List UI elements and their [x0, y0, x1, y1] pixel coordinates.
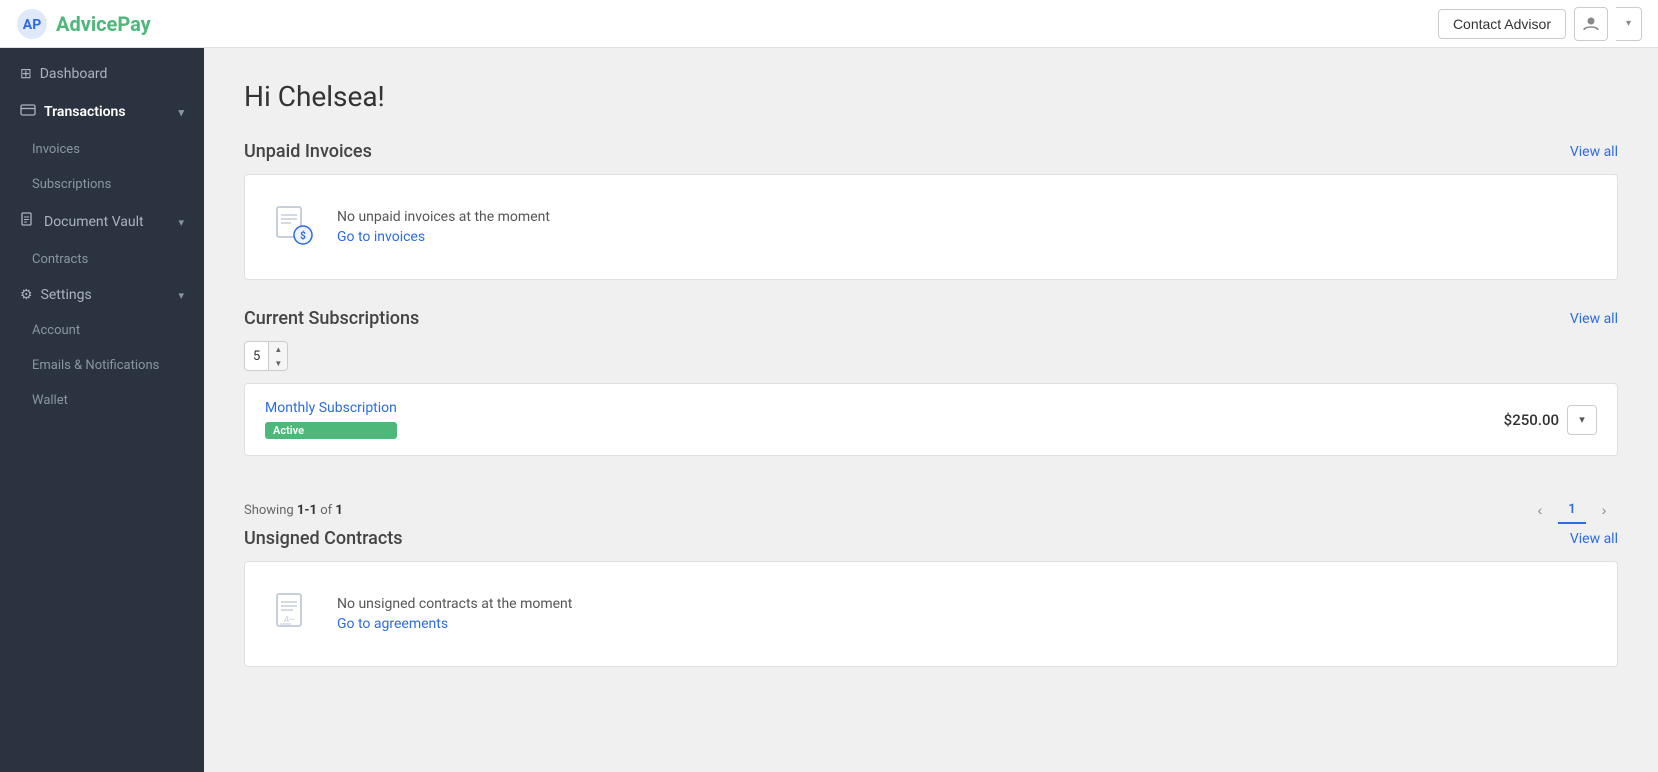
- logo: AP AdvicePay: [16, 8, 151, 40]
- current-subscriptions-header: Current Subscriptions View all: [244, 308, 1618, 329]
- unpaid-invoices-empty-message: No unpaid invoices at the moment: [337, 209, 550, 225]
- sidebar-label-account: Account: [32, 323, 80, 338]
- chevron-icon-settings: ▾: [178, 289, 184, 302]
- unpaid-invoices-header: Unpaid Invoices View all: [244, 141, 1618, 162]
- topnav: AP AdvicePay Contact Advisor ▾: [0, 0, 1658, 48]
- user-icon: [1583, 16, 1599, 32]
- sidebar-item-emails-notifications[interactable]: Emails & Notifications: [0, 348, 204, 383]
- unpaid-invoices-section: Unpaid Invoices View all $: [244, 141, 1618, 280]
- unpaid-invoices-title: Unpaid Invoices: [244, 141, 372, 162]
- sidebar-item-transactions[interactable]: Transactions ▾: [0, 92, 204, 132]
- unpaid-invoices-empty-text: No unpaid invoices at the moment Go to i…: [337, 209, 550, 245]
- sidebar-label-invoices: Invoices: [32, 142, 80, 157]
- current-page: 1: [1558, 496, 1586, 524]
- sidebar-label-contracts: Contracts: [32, 252, 88, 267]
- subscription-status-badge: Active: [265, 422, 397, 439]
- subscription-row: Monthly Subscription Active $250.00 ▾: [245, 384, 1617, 455]
- sidebar-item-subscriptions[interactable]: Subscriptions: [0, 167, 204, 202]
- next-page-button[interactable]: ›: [1590, 496, 1618, 524]
- showing-range: 1-1: [297, 503, 317, 518]
- chevron-icon-vault: ▾: [178, 216, 184, 229]
- subscriptions-controls: 5 ▲ ▼: [244, 341, 1618, 371]
- prev-page-button[interactable]: ‹: [1526, 496, 1554, 524]
- contact-advisor-button[interactable]: Contact Advisor: [1438, 9, 1566, 39]
- sidebar-item-contracts[interactable]: Contracts: [0, 242, 204, 277]
- current-subscriptions-section: Current Subscriptions View all 5 ▲ ▼ Mon…: [244, 308, 1618, 528]
- unsigned-contracts-title: Unsigned Contracts: [244, 528, 403, 549]
- svg-text:AP: AP: [23, 17, 41, 33]
- per-page-select[interactable]: 5 ▲ ▼: [244, 341, 288, 371]
- svg-text:$: $: [300, 229, 306, 242]
- go-to-invoices-link[interactable]: Go to invoices: [337, 229, 550, 245]
- unsigned-contracts-header: Unsigned Contracts View all: [244, 528, 1618, 549]
- sidebar: ⊞ Dashboard Transactions ▾ Invoices Subs…: [0, 48, 204, 772]
- sidebar-label-transactions: Transactions: [44, 104, 126, 120]
- chevron-down-icon: ▾: [1579, 413, 1585, 426]
- invoice-icon: $: [269, 203, 317, 251]
- document-vault-icon: [20, 212, 36, 232]
- sidebar-item-invoices[interactable]: Invoices: [0, 132, 204, 167]
- unsigned-contracts-empty-message: No unsigned contracts at the moment: [337, 596, 572, 612]
- unsigned-contracts-empty: A~ No unsigned contracts at the moment G…: [245, 562, 1617, 666]
- unpaid-invoices-view-all[interactable]: View all: [1570, 144, 1618, 160]
- go-to-agreements-link[interactable]: Go to agreements: [337, 616, 572, 632]
- sidebar-label-wallet: Wallet: [32, 393, 68, 408]
- current-subscriptions-title: Current Subscriptions: [244, 308, 419, 329]
- showing-text: Showing 1-1 of 1: [244, 503, 343, 518]
- per-page-value: 5: [245, 342, 269, 370]
- sidebar-label-settings: Settings: [41, 287, 92, 303]
- per-page-up-icon[interactable]: ▲: [269, 342, 287, 356]
- chevron-icon: ▾: [178, 106, 184, 119]
- user-menu-button[interactable]: [1574, 7, 1608, 41]
- sidebar-item-document-vault[interactable]: Document Vault ▾: [0, 202, 204, 242]
- unsigned-contracts-view-all[interactable]: View all: [1570, 531, 1618, 547]
- page-controls: ‹ 1 ›: [1526, 496, 1618, 524]
- unsigned-contracts-card: A~ No unsigned contracts at the moment G…: [244, 561, 1618, 667]
- sidebar-item-dashboard[interactable]: ⊞ Dashboard: [0, 56, 204, 92]
- unsigned-contracts-empty-text: No unsigned contracts at the moment Go t…: [337, 596, 572, 632]
- showing-total: 1: [335, 503, 342, 518]
- unpaid-invoices-empty: $ No unpaid invoices at the moment Go to…: [245, 175, 1617, 279]
- dashboard-icon: ⊞: [20, 66, 32, 82]
- svg-text:A~: A~: [283, 615, 294, 624]
- sidebar-item-label: Dashboard: [40, 66, 108, 82]
- subscription-name[interactable]: Monthly Subscription: [265, 400, 397, 416]
- page-greeting: Hi Chelsea!: [244, 80, 1618, 113]
- chevron-down-icon: ▾: [1626, 18, 1631, 29]
- sidebar-label-document-vault: Document Vault: [44, 214, 144, 230]
- settings-icon: ⚙: [20, 287, 33, 303]
- unpaid-invoices-card: $ No unpaid invoices at the moment Go to…: [244, 174, 1618, 280]
- sidebar-item-settings[interactable]: ⚙ Settings ▾: [0, 277, 204, 313]
- subscription-amount: $250.00: [1504, 411, 1559, 429]
- sidebar-label-subscriptions: Subscriptions: [32, 177, 111, 192]
- user-dropdown-button[interactable]: ▾: [1616, 7, 1642, 41]
- contract-icon: A~: [269, 590, 317, 638]
- unsigned-contracts-section: Unsigned Contracts View all A~: [244, 528, 1618, 667]
- sidebar-label-emails-notifications: Emails & Notifications: [32, 358, 159, 373]
- main-content: Hi Chelsea! Unpaid Invoices View all: [204, 48, 1658, 772]
- sidebar-item-account[interactable]: Account: [0, 313, 204, 348]
- subscriptions-card: Monthly Subscription Active $250.00 ▾: [244, 383, 1618, 456]
- subscriptions-view-all[interactable]: View all: [1570, 311, 1618, 327]
- logo-icon: AP: [16, 8, 48, 40]
- topnav-right: Contact Advisor ▾: [1438, 7, 1642, 41]
- subscription-right: $250.00 ▾: [1504, 405, 1597, 435]
- sidebar-item-wallet[interactable]: Wallet: [0, 383, 204, 418]
- per-page-arrows[interactable]: ▲ ▼: [269, 342, 287, 370]
- per-page-down-icon[interactable]: ▼: [269, 356, 287, 370]
- app-body: ⊞ Dashboard Transactions ▾ Invoices Subs…: [0, 48, 1658, 772]
- subscription-left: Monthly Subscription Active: [265, 400, 397, 439]
- subscription-action-button[interactable]: ▾: [1567, 405, 1597, 435]
- subscriptions-pagination: Showing 1-1 of 1 ‹ 1 ›: [244, 484, 1618, 528]
- transactions-icon: [20, 102, 36, 122]
- logo-text: AdvicePay: [56, 12, 151, 36]
